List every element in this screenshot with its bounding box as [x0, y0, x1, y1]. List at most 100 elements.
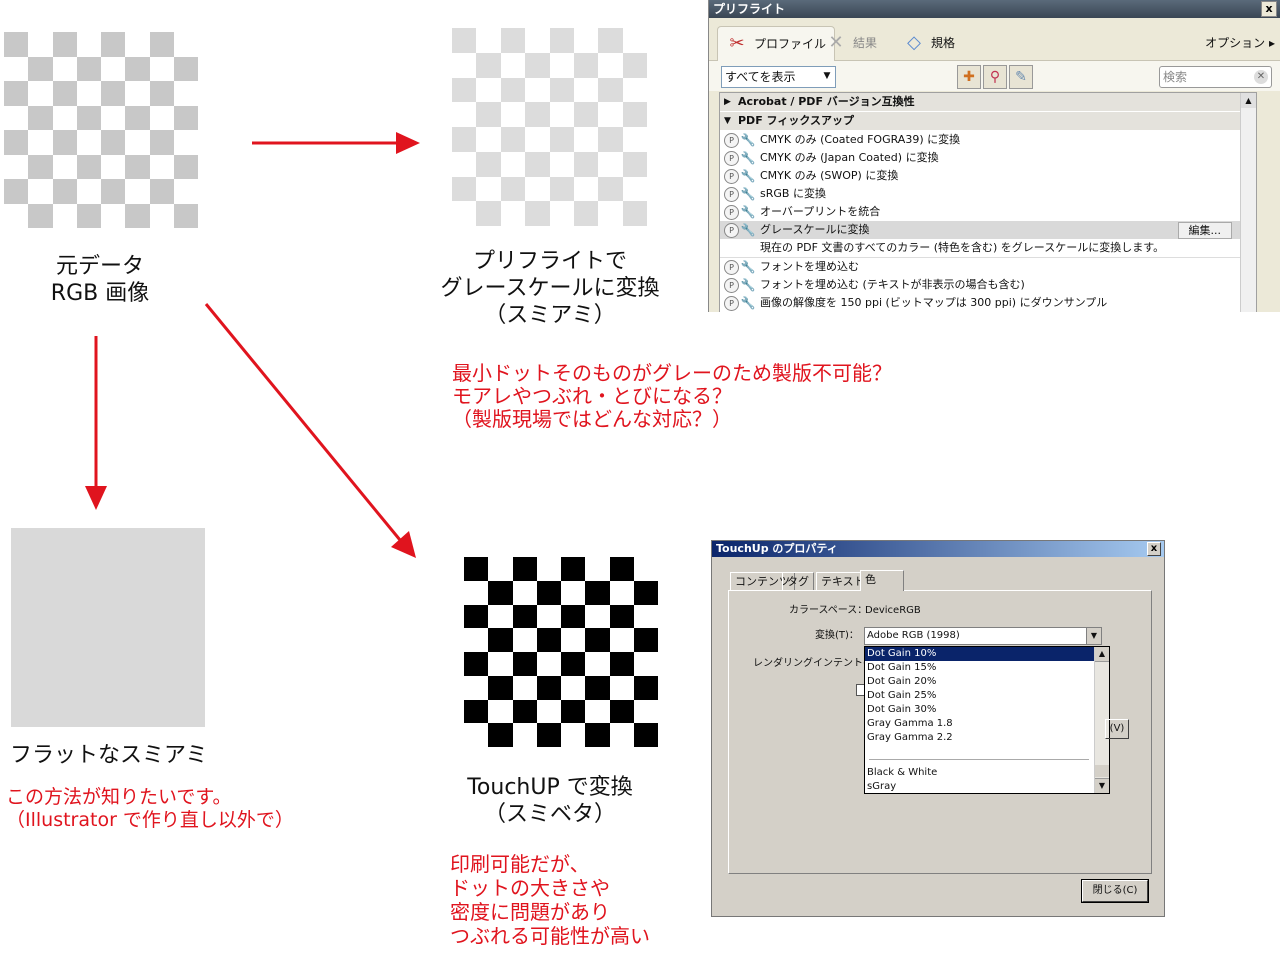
wrench-icon: 🔧 [740, 169, 756, 183]
item-label: グレースケールに変換 [760, 223, 870, 236]
standards-icon: ◇ [907, 32, 921, 53]
tab-results[interactable]: ✕ 結果 [817, 26, 885, 60]
preflight-panel: プリフライト x ✂ プロファイル ✕ 結果 ◇ 規格 オプション ▸ すべてを… [708, 0, 1280, 312]
list-item[interactable]: P 🔧 フォントを埋め込む (テキストが非表示の場合も含む) [720, 276, 1256, 294]
fixup-button[interactable]: ✎ [1009, 65, 1033, 89]
options-menu[interactable]: オプション ▸ [1205, 34, 1275, 51]
option-item[interactable]: sGray [865, 780, 1095, 793]
search-input[interactable]: 検索 ✕ [1159, 66, 1272, 88]
group-acrobat[interactable]: ▶ Acrobat / PDF バージョン互換性 [720, 93, 1256, 112]
touchup-title: TouchUp のプロパティ [716, 542, 838, 555]
profile-icon: ✂ [729, 33, 745, 54]
list-item[interactable]: P 🔧 sRGB に変換 [720, 185, 1256, 203]
close-button[interactable]: 閉じる(C) [1081, 879, 1149, 903]
option-item[interactable]: Black & White [865, 766, 1095, 780]
wrench-icon: 🔧 [740, 133, 756, 147]
search-placeholder: 検索 [1163, 70, 1188, 84]
preflight-tabs: ✂ プロファイル ✕ 結果 ◇ 規格 オプション ▸ [709, 18, 1280, 61]
wrench-icon: 🔧 [740, 223, 756, 237]
magnifier-icon: P [724, 205, 739, 220]
arrow-to-flat [85, 336, 107, 510]
chevron-down-icon: ▼ [823, 71, 831, 81]
wrench-icon: 🔧 [740, 296, 756, 310]
tab-tag[interactable]: タグ [782, 572, 814, 591]
show-filter-select[interactable]: すべてを表示 ▼ [721, 66, 836, 88]
chevron-down-icon: ▼ [1086, 628, 1101, 644]
convert-label: 変換(T)： [815, 630, 859, 641]
list-item[interactable]: P 🔧 CMYK のみ (SWOP) に変換 [720, 167, 1256, 185]
item-label: フォントを埋め込む (テキストが非表示の場合も含む) [760, 278, 1025, 291]
convert-value: Adobe RGB (1998) [867, 630, 960, 641]
item-label: CMYK のみ (Coated FOGRA39) に変換 [760, 133, 961, 146]
tab-color[interactable]: 色 [860, 570, 904, 591]
close-icon[interactable]: x [1261, 1, 1277, 17]
new-profile-button[interactable]: ✚ [957, 65, 981, 89]
option-item[interactable]: Dot Gain 15% [865, 661, 1095, 675]
tab-profile-label: プロファイル [754, 37, 827, 51]
option-item[interactable]: Dot Gain 25% [865, 689, 1095, 703]
convert-options-list: Dot Gain 10% Dot Gain 15% Dot Gain 20% D… [864, 646, 1110, 794]
option-item[interactable]: Dot Gain 10% [865, 647, 1095, 661]
magnifier-icon: P [724, 187, 739, 202]
magnifier-icon: P [724, 278, 739, 293]
group-label: Acrobat / PDF バージョン互換性 [738, 95, 915, 108]
preflight-toolbar: すべてを表示 ▼ ✚ ⚲ ✎ 検索 ✕ [709, 61, 1280, 91]
item-label: 画像の解像度を 150 ppi (ビットマップは 300 ppi) にダウンサン… [760, 296, 1108, 309]
v-button[interactable]: (V) [1105, 719, 1129, 739]
preflight-title: プリフライト [713, 2, 786, 16]
list-item[interactable]: P 🔧 CMYK のみ (Coated FOGRA39) に変換 [720, 131, 1256, 149]
option-item[interactable]: Gray Gamma 2.2 [865, 731, 1095, 745]
touchup-titlebar: TouchUp のプロパティ x [712, 541, 1164, 557]
list-scrollbar[interactable]: ▲ [1240, 93, 1256, 312]
magnifier-icon: P [724, 151, 739, 166]
profile-list: ▶ Acrobat / PDF バージョン互換性 ▼ PDF フィックスアップ P 🔧… [719, 92, 1257, 312]
list-item[interactable]: P 🔧 CMYK のみ (Japan Coated) に変換 [720, 149, 1256, 167]
scroll-thumb[interactable] [1095, 765, 1109, 777]
magnifier-icon: P [724, 169, 739, 184]
show-filter-value: すべてを表示 [725, 70, 796, 84]
convert-dropdown[interactable]: Adobe RGB (1998) ▼ [864, 627, 1102, 645]
list-item-selected[interactable]: P🔧グレースケールに変換 編集...▼ [720, 221, 1256, 239]
group-fixups[interactable]: ▼ PDF フィックスアップ [720, 112, 1256, 131]
item-label: フォントを埋め込む [760, 260, 859, 273]
scroll-up-icon[interactable]: ▲ [1095, 647, 1109, 662]
colorspace-label: カラースペース： [789, 605, 868, 616]
list-item[interactable]: P 🔧 画像の解像度を 150 ppi (ビットマップは 300 ppi) にダウン… [720, 294, 1256, 312]
wrench-icon: 🔧 [740, 187, 756, 201]
list-divider [869, 759, 1089, 760]
check-button[interactable]: ⚲ [983, 65, 1007, 89]
wrench-icon: 🔧 [740, 278, 756, 292]
tab-standards-label: 規格 [931, 36, 956, 50]
tab-results-label: 結果 [853, 36, 878, 50]
item-label: オーバープリントを統合 [760, 205, 881, 218]
wrench-icon: 🔧 [740, 260, 756, 274]
touchup-properties-dialog: TouchUp のプロパティ x コンテンツ タグ テキスト 色 カラースペース… [711, 540, 1165, 917]
list-item[interactable]: P 🔧 フォントを埋め込む [720, 258, 1256, 276]
list-item[interactable]: P 🔧 オーバープリントを統合 [720, 203, 1256, 221]
arrow-to-preflight [252, 132, 420, 154]
colorspace-value: DeviceRGB [865, 605, 921, 616]
magnifier-icon: P [724, 260, 739, 275]
scroll-up-icon[interactable]: ▲ [1241, 93, 1256, 108]
arrow-to-touchup [204, 303, 416, 558]
expand-icon: ▶ [724, 97, 731, 107]
item-label: CMYK のみ (SWOP) に変換 [760, 169, 899, 182]
magnifier-icon: P [724, 133, 739, 148]
edit-button[interactable]: 編集... [1177, 222, 1232, 239]
wrench-icon: 🔧 [740, 151, 756, 165]
item-label: sRGB に変換 [760, 187, 826, 200]
item-label: CMYK のみ (Japan Coated) に変換 [760, 151, 939, 164]
option-item[interactable]: Gray Gamma 1.8 [865, 717, 1095, 731]
option-item[interactable]: Dot Gain 30% [865, 703, 1095, 717]
group-label: PDF フィックスアップ [738, 114, 854, 127]
tab-standards[interactable]: ◇ 規格 [895, 26, 963, 60]
results-icon: ✕ [828, 32, 844, 53]
scroll-down-icon[interactable]: ▼ [1095, 778, 1109, 793]
clear-icon[interactable]: ✕ [1254, 70, 1268, 84]
list-gap [865, 745, 1095, 759]
wrench-icon: 🔧 [740, 205, 756, 219]
option-item[interactable]: Dot Gain 20% [865, 675, 1095, 689]
collapse-icon: ▼ [724, 116, 731, 126]
preflight-titlebar: プリフライト x [709, 0, 1280, 18]
close-icon[interactable]: x [1147, 542, 1161, 556]
